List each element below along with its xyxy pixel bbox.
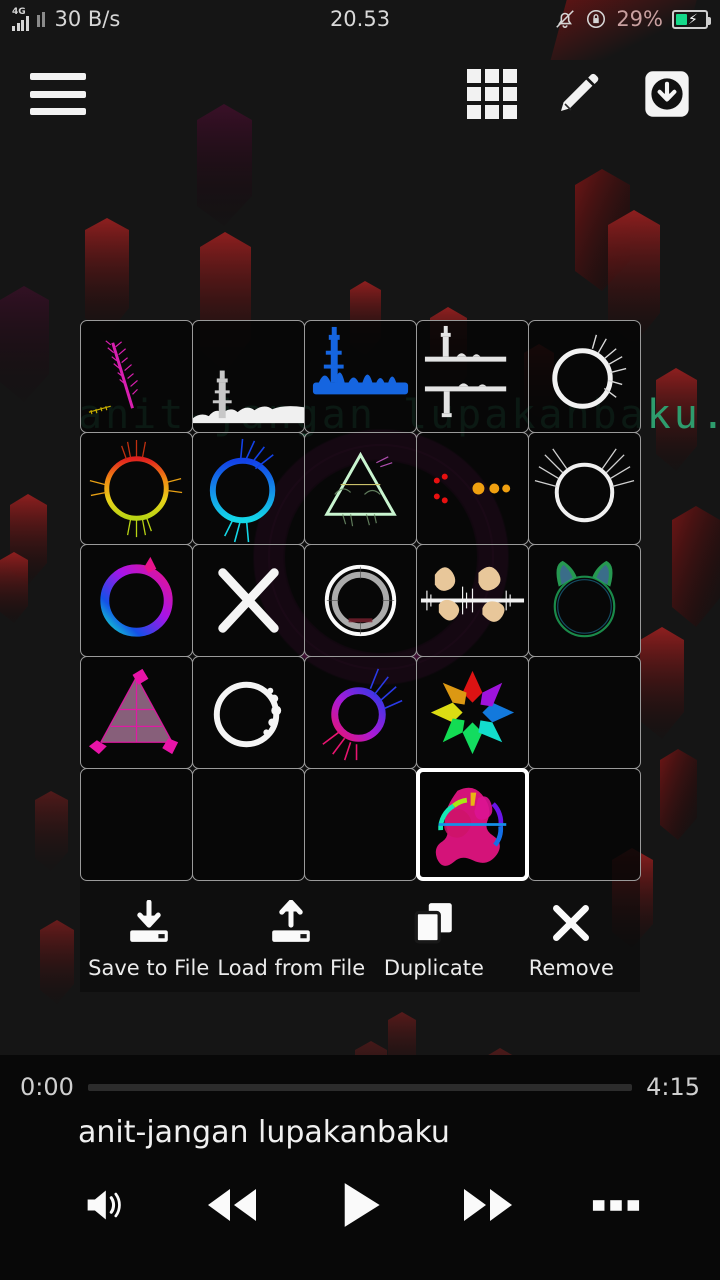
fast-forward-icon (464, 1189, 512, 1221)
preset-cell-green-cat-ears-ring[interactable] (527, 543, 641, 657)
preset-cell-blue-cyan-ring[interactable] (191, 431, 305, 545)
remove-label: Remove (528, 956, 614, 980)
grid-view-icon[interactable] (467, 69, 517, 119)
preset-cell-pink-cyan-gradient-ring[interactable] (79, 543, 193, 657)
remove-x-icon (553, 905, 590, 941)
preset-cell-white-double-ring[interactable] (303, 543, 417, 657)
download-to-device-icon[interactable] (641, 68, 693, 120)
top-toolbar (0, 56, 720, 132)
duplicate-label: Duplicate (383, 956, 484, 980)
preset-cell-white-dotted-circle[interactable] (191, 655, 305, 769)
toolbar-right-group (467, 68, 693, 120)
preset-cell-magenta-splatter-selected[interactable] (415, 767, 529, 881)
battery-charging-icon: ⚡ (672, 9, 711, 29)
load-from-file-button[interactable]: Load from File (217, 900, 365, 980)
preset-cell-empty-19[interactable] (527, 655, 641, 769)
preset-cell-mint-triangle-wave[interactable] (303, 431, 417, 545)
preset-cell-rainbow-ring-spikes[interactable] (79, 431, 193, 545)
save-to-file-button[interactable]: Save to File (80, 900, 217, 980)
preset-action-bar: Save to File Load from File Duplicate Re… (80, 880, 640, 992)
status-right: 29% ⚡ (554, 7, 711, 31)
preset-panel: Save to File Load from File Duplicate Re… (79, 319, 641, 992)
battery-percent-label: 29% (616, 7, 663, 31)
preset-cell-blue-skyline-spectrum[interactable] (303, 319, 417, 433)
duplicate-icon (414, 903, 452, 944)
hamburger-menu-icon[interactable] (30, 73, 86, 115)
more-options-icon (592, 1200, 640, 1211)
save-to-file-label: Save to File (88, 956, 210, 980)
play-icon (344, 1183, 380, 1227)
volume-button[interactable] (69, 1175, 139, 1235)
playback-controls (0, 1160, 720, 1250)
preset-cell-rainbow-star-burst[interactable] (415, 655, 529, 769)
rewind-button[interactable] (197, 1175, 267, 1235)
more-button[interactable] (581, 1175, 651, 1235)
track-title: anit-jangan lupakanbaku (78, 1115, 450, 1150)
remove-button[interactable]: Remove (503, 900, 640, 980)
preset-cell-snow-skyline-spectrum[interactable] (191, 319, 305, 433)
forward-button[interactable] (453, 1175, 523, 1235)
status-bar: 4G 30 B/s 20.53 29% ⚡ (0, 0, 720, 60)
preset-cell-red-orange-line-burst[interactable] (415, 431, 529, 545)
play-button[interactable] (325, 1175, 395, 1235)
app-root: anit-jangan lupakanbaku.sx 4G 30 B/s 20.… (0, 0, 720, 1280)
preset-cell-white-ring-wings[interactable] (527, 431, 641, 545)
preset-cell-white-x-cross[interactable] (191, 543, 305, 657)
current-time-label: 0:00 (20, 1073, 74, 1101)
seek-row: 0:00 4:15 (0, 1055, 720, 1101)
preset-cell-empty-22[interactable] (303, 767, 417, 881)
preset-cell-grey-line-spectrum[interactable] (415, 319, 529, 433)
preset-cell-empty-24[interactable] (527, 767, 641, 881)
preset-grid (79, 319, 641, 881)
duplicate-button[interactable]: Duplicate (365, 900, 502, 980)
preset-cell-tan-waveform-mirror[interactable] (415, 543, 529, 657)
load-from-file-label: Load from File (217, 956, 366, 980)
preset-cell-empty-21[interactable] (191, 767, 305, 881)
rewind-icon (208, 1189, 256, 1221)
load-from-file-icon (272, 900, 311, 942)
save-to-file-icon (129, 900, 168, 942)
preset-cell-white-ring-spikes[interactable] (527, 319, 641, 433)
preset-cell-empty-20[interactable] (79, 767, 193, 881)
preset-cell-diagonal-spectrum-bar[interactable] (79, 319, 193, 433)
silent-bell-icon (556, 10, 575, 29)
speaker-volume-icon (87, 1190, 121, 1220)
preset-cell-purple-ring-rays[interactable] (303, 655, 417, 769)
pencil-edit-icon[interactable] (555, 70, 603, 118)
preset-cell-pink-triangle-mesh[interactable] (79, 655, 193, 769)
seek-slider[interactable] (87, 1083, 633, 1091)
player-bar: 0:00 4:15 anit-jangan lupakanbaku (0, 1055, 720, 1280)
rotation-lock-icon (587, 9, 606, 29)
total-time-label: 4:15 (646, 1073, 700, 1101)
